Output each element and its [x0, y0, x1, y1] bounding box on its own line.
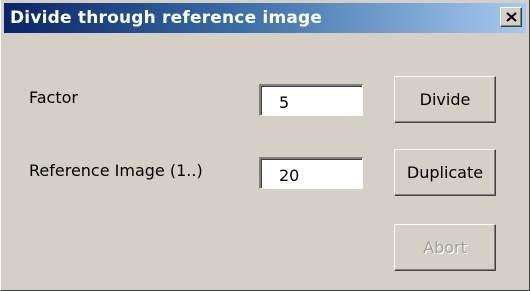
divide-button[interactable]: Divide — [394, 76, 496, 123]
reference-image-field[interactable]: 20 — [259, 157, 363, 189]
factor-field[interactable]: 5 — [259, 84, 363, 116]
close-icon — [506, 12, 517, 22]
factor-label: Factor — [29, 88, 78, 107]
abort-button[interactable]: Abort — [394, 224, 496, 271]
reference-image-label: Reference Image (1..) — [29, 161, 203, 180]
window-title: Divide through reference image — [10, 8, 323, 28]
close-button[interactable] — [500, 7, 522, 27]
title-bar[interactable]: Divide through reference image — [4, 3, 526, 33]
duplicate-button[interactable]: Duplicate — [394, 149, 496, 196]
dialog-window: Divide through reference image Factor 5 … — [0, 0, 530, 291]
